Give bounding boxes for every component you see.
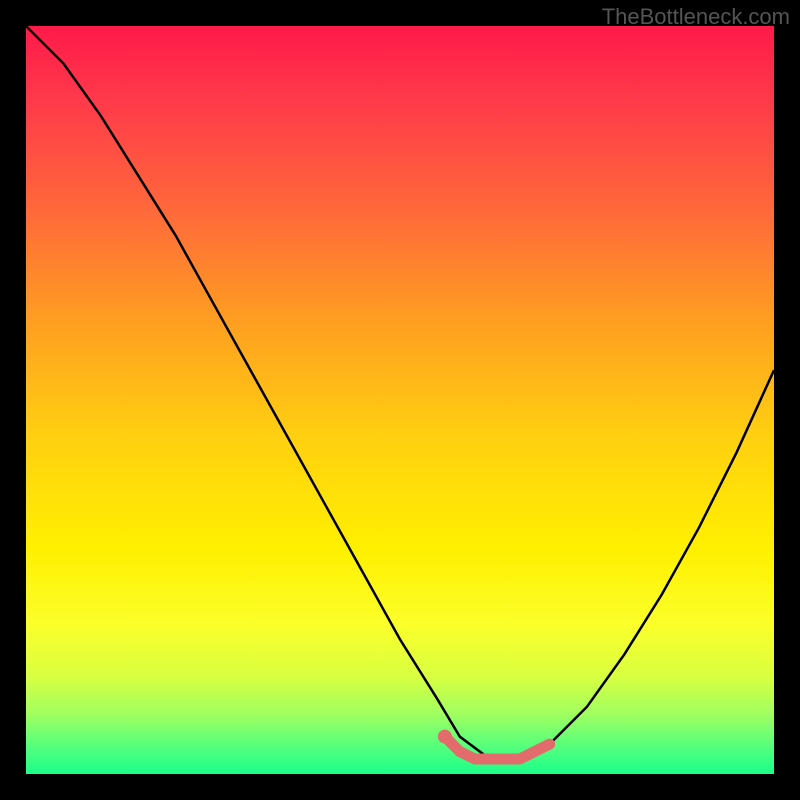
chart-plot-area xyxy=(26,26,774,774)
bottleneck-curve-path xyxy=(26,26,774,759)
watermark-text: TheBottleneck.com xyxy=(602,4,790,30)
optimal-point-marker xyxy=(438,730,452,744)
chart-svg xyxy=(26,26,774,774)
optimal-zone-highlight xyxy=(445,737,550,759)
